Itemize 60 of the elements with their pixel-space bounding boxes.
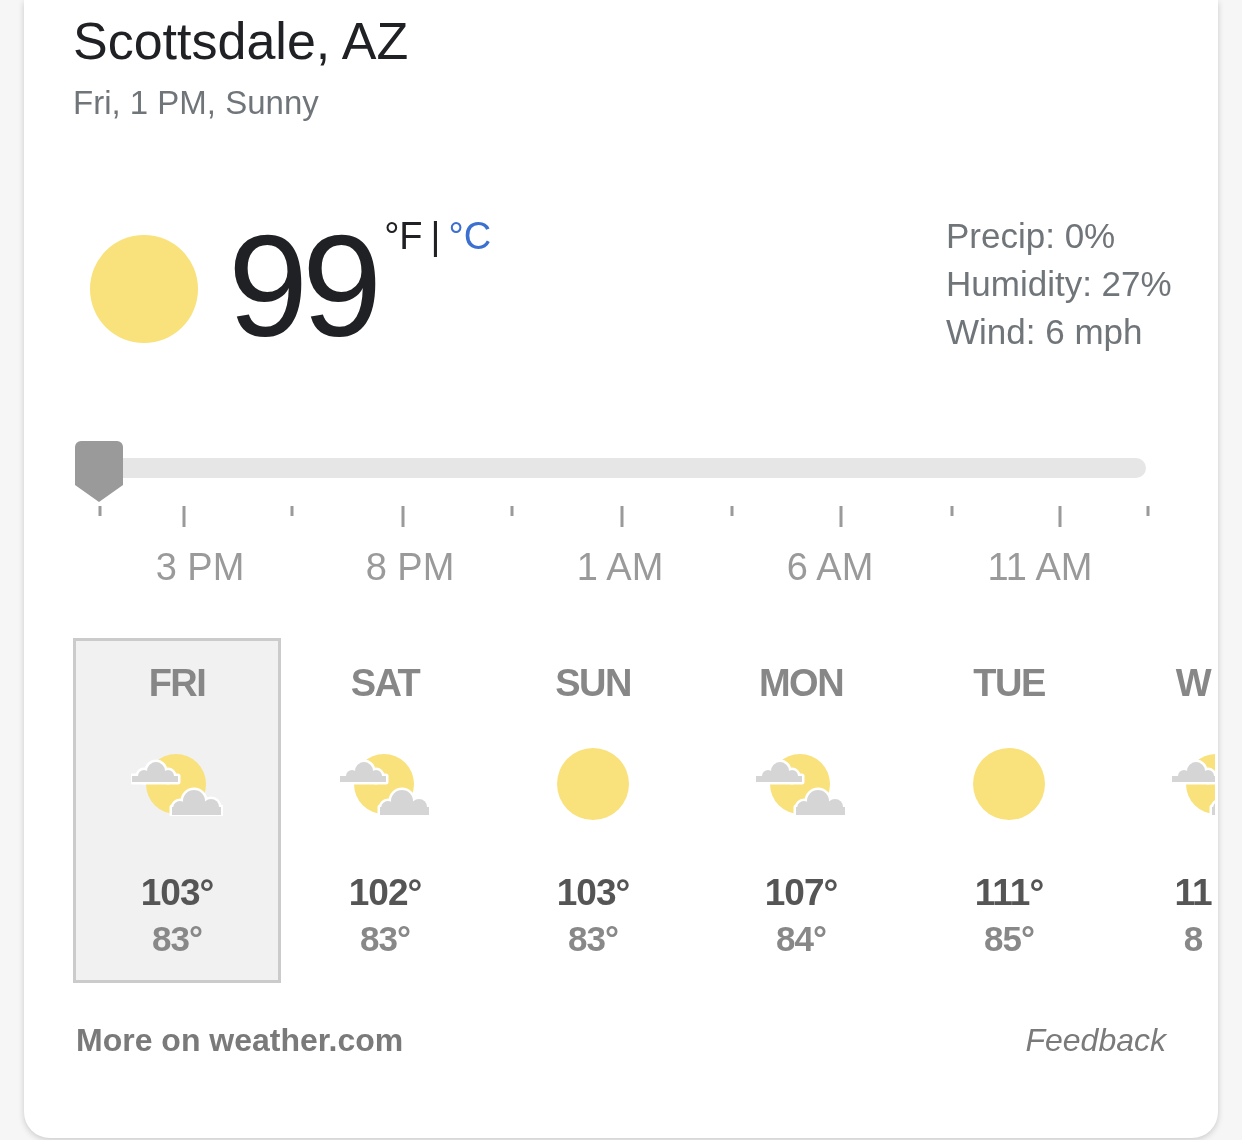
sun-icon: [557, 748, 629, 820]
time-label: 3 PM: [154, 545, 246, 589]
day-name: TUE: [973, 661, 1045, 705]
day-name: SUN: [555, 661, 631, 705]
time-label: 1 AM: [575, 545, 665, 589]
sun-icon: [90, 235, 198, 343]
time-label: 11 AM: [986, 545, 1094, 589]
tick-mark: [950, 506, 954, 516]
unit-toggle[interactable]: °C: [448, 217, 492, 255]
tick-mark: [1146, 506, 1150, 516]
tick-mark: [620, 506, 624, 527]
tick-mark: [182, 506, 186, 527]
high-temp: 102°: [348, 872, 422, 914]
location-title: Scottsdale, AZ: [73, 11, 410, 71]
sun-behind-clouds-icon: [131, 752, 223, 816]
sun-behind-clouds-icon: [339, 752, 431, 816]
high-temp: 107°: [764, 872, 838, 914]
low-temp: 8: [1182, 918, 1204, 960]
high-temp: 103°: [140, 872, 214, 914]
high-temp: 11: [1173, 872, 1213, 914]
low-temp: 83°: [152, 918, 202, 960]
day-name: MON: [758, 661, 844, 705]
high-temp: 103°: [556, 872, 630, 914]
tick-mark: [730, 506, 734, 516]
time-slider[interactable]: [75, 441, 1146, 502]
unit-toggle[interactable]: °F: [384, 217, 423, 255]
sun-icon: [973, 748, 1045, 820]
tick-mark: [401, 506, 405, 527]
high-temp: 111°: [974, 872, 1044, 914]
forecast-day[interactable]: FRI 103° 83°: [73, 638, 281, 983]
forecast-day[interactable]: TUE 111° 85°: [905, 638, 1113, 983]
day-name: SAT: [350, 661, 420, 705]
weather-detail: Precip: 0%: [946, 215, 1117, 257]
low-temp: 85°: [984, 918, 1034, 960]
condition-subtitle: Fri, 1 PM, Sunny: [73, 83, 320, 123]
sun-behind-clouds-icon: [1171, 752, 1215, 816]
weather-detail: Humidity: 27%: [946, 263, 1173, 305]
slider-thumb[interactable]: [75, 441, 123, 502]
forecast-day[interactable]: W 11 8: [1113, 638, 1218, 983]
tick-mark: [290, 506, 294, 516]
forecast-day[interactable]: SAT 102° 83°: [281, 638, 489, 983]
forecast-day[interactable]: MON 107° 84°: [697, 638, 905, 983]
source-link[interactable]: More on weather.com: [76, 1020, 404, 1060]
day-name: FRI: [148, 661, 206, 705]
low-temp: 83°: [360, 918, 410, 960]
forecast-day[interactable]: SUN 103° 83°: [489, 638, 697, 983]
tick-mark: [510, 506, 514, 516]
low-temp: 84°: [776, 918, 826, 960]
tick-mark: [98, 506, 102, 516]
temperature-value: 99: [228, 215, 377, 359]
weather-detail: Wind: 6 mph: [946, 311, 1144, 353]
feedback-link[interactable]: Feedback: [1025, 1020, 1166, 1060]
tick-mark: [839, 506, 843, 527]
time-label: 6 AM: [785, 545, 875, 589]
unit-separator: |: [430, 217, 441, 255]
low-temp: 83°: [568, 918, 618, 960]
sun-behind-clouds-icon: [755, 752, 847, 816]
time-label: 8 PM: [364, 545, 456, 589]
day-name: W: [1174, 661, 1213, 705]
tick-mark: [1058, 506, 1062, 527]
